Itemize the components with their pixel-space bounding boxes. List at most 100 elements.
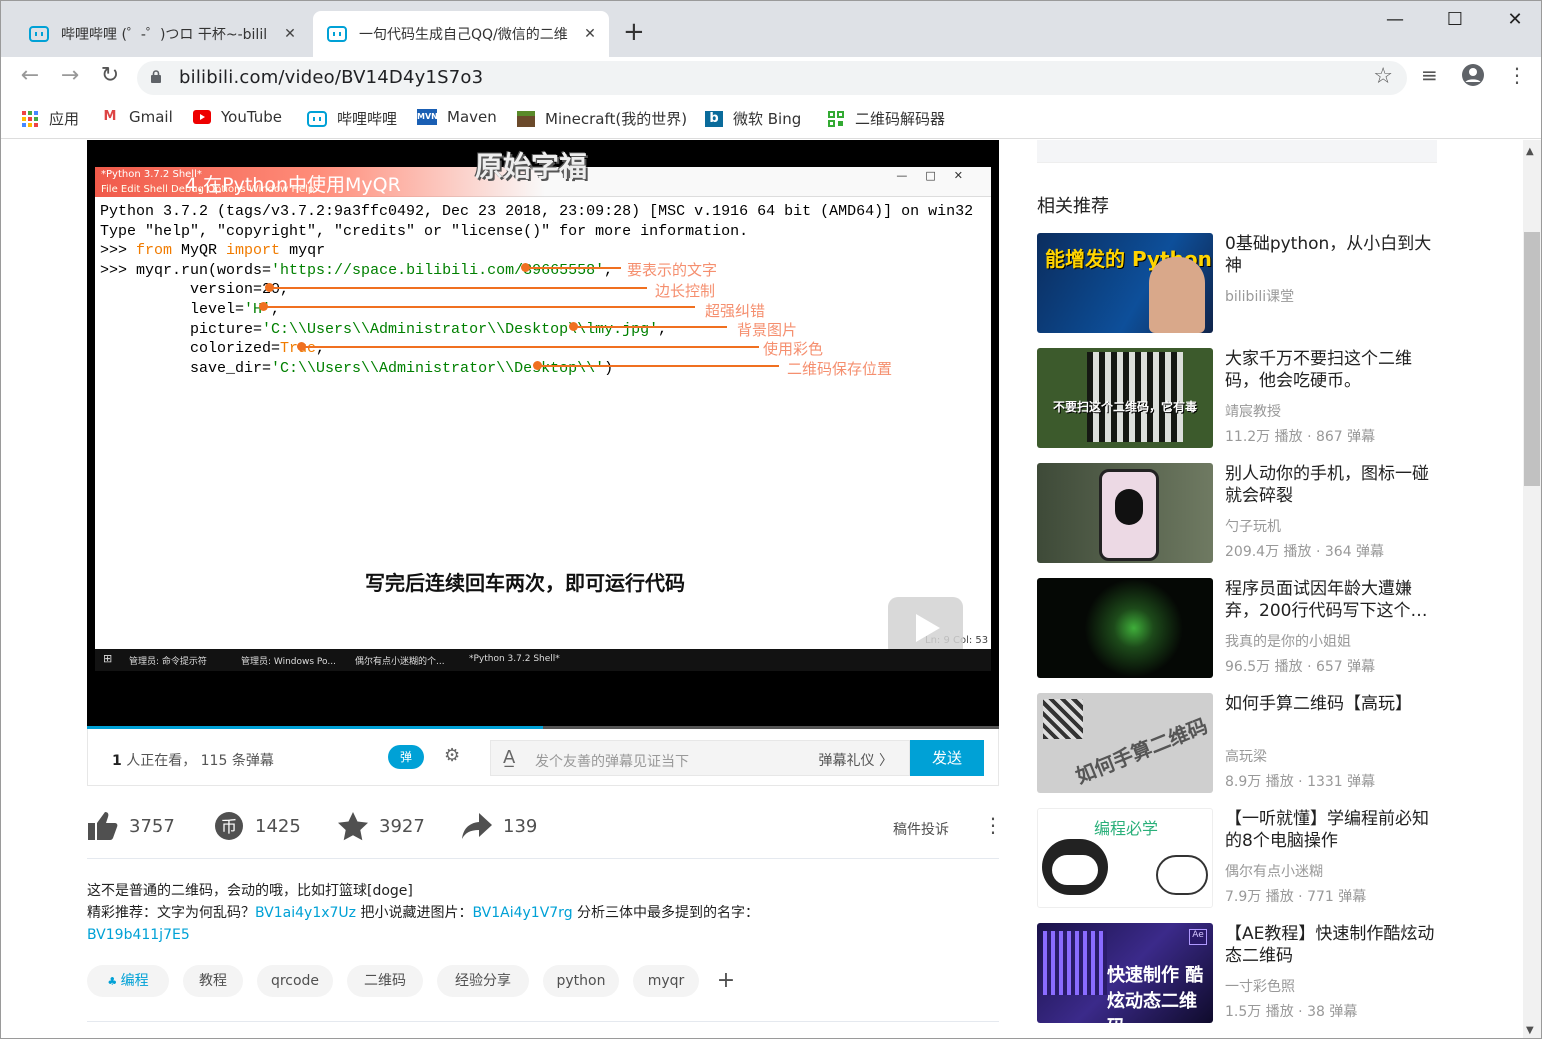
- like-button[interactable]: 3757: [87, 811, 175, 841]
- related-video-title[interactable]: 如何手算二维码【高玩】: [1225, 693, 1437, 715]
- danmaku-bar: 1 人正在看， 115 条弹幕 弹 ⚙ A̲ 发个友善的弹幕见证当下 弹幕礼仪 …: [87, 729, 999, 786]
- related-item[interactable]: 不要扫这个二维码，它有毒 大家千万不要扫这个二维码，他会吃硬币。 靖宸教授 11…: [1037, 348, 1437, 448]
- close-icon[interactable]: ✕: [279, 26, 301, 42]
- code-text: ,: [271, 300, 281, 318]
- play-icon[interactable]: [888, 597, 963, 657]
- profile-icon[interactable]: [1461, 63, 1485, 92]
- tag-item[interactable]: 教程: [183, 965, 243, 997]
- code-string: 'https://space.bilibili.com/39665558': [271, 261, 605, 279]
- video-thumbnail[interactable]: [1037, 578, 1213, 678]
- related-item[interactable]: 程序员面试因年龄大遭嫌弃，200行代码写下这个… 我真的是你的小姐姐 96.5万…: [1037, 578, 1437, 678]
- uploader-name[interactable]: 偶尔有点小迷糊: [1225, 861, 1323, 881]
- bookmark-bing[interactable]: b 微软 Bing: [705, 108, 801, 129]
- video-link[interactable]: BV19b411j7E5: [87, 927, 190, 943]
- scroll-down-icon[interactable]: ▼: [1526, 1025, 1534, 1036]
- video-thumbnail[interactable]: 如何手算二维码: [1037, 693, 1213, 793]
- bookmark-minecraft[interactable]: Minecraft(我的世界): [517, 108, 687, 129]
- danmaku-toggle[interactable]: 弹: [388, 745, 424, 769]
- font-style-icon[interactable]: A̲: [503, 747, 515, 768]
- related-video-title[interactable]: 大家千万不要扫这个二维码，他会吃硬币。: [1225, 348, 1437, 392]
- maximize-icon[interactable]: ☐: [1435, 9, 1475, 30]
- uploader-name[interactable]: 一寸彩色照: [1225, 976, 1295, 996]
- danmaku-settings-icon[interactable]: ⚙: [444, 745, 460, 766]
- danmaku-count: 115 条弹幕: [196, 753, 274, 769]
- scrollbar-thumb[interactable]: [1524, 232, 1540, 486]
- minimize-icon[interactable]: —: [1375, 9, 1415, 30]
- share-button[interactable]: 139: [461, 811, 537, 841]
- video-stats: 7.9万 播放 · 771 弹幕: [1225, 889, 1367, 905]
- related-video-title[interactable]: 别人动你的手机，图标一碰就会碎裂: [1225, 463, 1437, 507]
- code-text: myqr.run(words=: [136, 261, 272, 279]
- address-bar[interactable]: bilibili.com/video/BV14D4y1S7o3 ☆: [137, 61, 1407, 95]
- tag-item[interactable]: 经验分享: [437, 965, 529, 997]
- uploader-name[interactable]: 我真的是你的小姐姐: [1225, 631, 1351, 651]
- reload-icon[interactable]: ↻: [95, 63, 125, 88]
- uploader-name[interactable]: bilibili课堂: [1225, 286, 1294, 306]
- related-item[interactable]: 别人动你的手机，图标一碰就会碎裂 勺子玩机 209.4万 播放 · 364 弹幕: [1037, 463, 1437, 563]
- related-title: 相关推荐: [1037, 196, 1109, 217]
- tag-item[interactable]: qrcode: [257, 965, 333, 997]
- bookmark-label: 应用: [49, 110, 80, 128]
- uploader-name[interactable]: 勺子玩机: [1225, 516, 1281, 536]
- related-item[interactable]: 编程必学 【一听就懂】学编程前必知的8个电脑操作 偶尔有点小迷糊 7.9万 播放…: [1037, 808, 1437, 908]
- tab-bilibili-home[interactable]: 哔哩哔哩 (゜-゜)つロ 干杯~-bilil ✕: [15, 11, 309, 57]
- share-count: 139: [503, 815, 538, 837]
- window-close-icon[interactable]: ✕: [1495, 9, 1535, 30]
- video-thumbnail[interactable]: [1037, 463, 1213, 563]
- danmaku-input[interactable]: A̲ 发个友善的弹幕见证当下 弹幕礼仪 〉: [490, 740, 910, 776]
- tag-item[interactable]: 二维码: [347, 965, 423, 997]
- tag-label: 编程: [120, 973, 149, 989]
- tab-current-video[interactable]: 一句代码生成自己QQ/微信的二维 ✕: [313, 11, 609, 57]
- video-link[interactable]: BV1Ai4y1V7rg: [472, 905, 572, 921]
- taskbar-item: 偶尔有点小迷糊的个...: [355, 657, 445, 667]
- uploader-name[interactable]: 高玩梁: [1225, 746, 1267, 766]
- uploader-name[interactable]: 靖宸教授: [1225, 401, 1281, 421]
- code-prompt: >>>: [100, 261, 137, 279]
- bookmark-bilibili[interactable]: 哔哩哔哩: [307, 108, 397, 129]
- related-video-title[interactable]: 【一听就懂】学编程前必知的8个电脑操作: [1225, 808, 1437, 852]
- add-tag-button[interactable]: +: [711, 965, 741, 997]
- send-danmaku-button[interactable]: 发送: [910, 740, 984, 776]
- coin-icon: 币: [215, 812, 243, 840]
- coin-button[interactable]: 币 1425: [213, 811, 301, 841]
- report-link[interactable]: 稿件投诉: [893, 819, 949, 839]
- menu-icon[interactable]: ⋮: [1507, 63, 1527, 87]
- tag-item[interactable]: myqr: [633, 965, 699, 997]
- like-icon: [88, 812, 118, 840]
- video-stats: 11.2万 播放 · 867 弹幕: [1225, 429, 1376, 445]
- related-video-title[interactable]: 【AE教程】快速制作酷炫动态二维码: [1225, 923, 1437, 967]
- video-thumbnail[interactable]: 不要扫这个二维码，它有毒: [1037, 348, 1213, 448]
- close-icon[interactable]: ✕: [579, 26, 601, 42]
- gmail-icon: M: [103, 109, 117, 124]
- related-video-title[interactable]: 程序员面试因年龄大遭嫌弃，200行代码写下这个…: [1225, 578, 1437, 622]
- new-tab-button[interactable]: +: [623, 19, 645, 45]
- more-icon[interactable]: ⋮: [983, 813, 1003, 837]
- bookmark-youtube[interactable]: YouTube: [193, 108, 282, 126]
- bookmark-gmail[interactable]: M Gmail: [101, 108, 173, 126]
- video-link[interactable]: BV1ai4y1x7Uz: [255, 905, 356, 921]
- video-player[interactable]: *Python 3.7.2 Shell* File Edit Shell Deb…: [87, 140, 999, 729]
- video-thumbnail[interactable]: 编程必学: [1037, 808, 1213, 908]
- related-item[interactable]: 快速制作 酷炫动态二维码 Ae 【AE教程】快速制作酷炫动态二维码 一寸彩色照 …: [1037, 923, 1437, 1023]
- danmaku-etiquette-link[interactable]: 弹幕礼仪 〉: [819, 750, 893, 770]
- favorite-button[interactable]: 3927: [337, 811, 425, 841]
- annotation-label: 二维码保存位置: [787, 360, 893, 378]
- bookmark-qr-decoder[interactable]: 二维码解码器: [827, 108, 945, 129]
- back-icon[interactable]: ←: [15, 63, 45, 88]
- bookmark-maven[interactable]: MVN Maven: [417, 108, 497, 126]
- code-text: version=20,: [100, 281, 290, 299]
- related-item[interactable]: 能增发的 Python 0基础python，从小白到大神 bilibili课堂: [1037, 233, 1437, 333]
- tag-item[interactable]: python: [543, 965, 619, 997]
- bookmark-apps[interactable]: 应用: [21, 108, 79, 129]
- bookmark-star-icon[interactable]: ☆: [1373, 64, 1393, 89]
- related-item[interactable]: 如何手算二维码 如何手算二维码【高玩】 高玩梁 8.9万 播放 · 1331 弹…: [1037, 693, 1437, 793]
- related-video-title[interactable]: 0基础python，从小白到大神: [1225, 233, 1437, 277]
- scroll-up-icon[interactable]: ▲: [1526, 146, 1534, 157]
- page-scrollbar[interactable]: ▲ ▼: [1523, 140, 1541, 1038]
- tag-item[interactable]: ♣ 编程: [87, 965, 169, 997]
- video-thumbnail[interactable]: 快速制作 酷炫动态二维码 Ae: [1037, 923, 1213, 1023]
- video-thumbnail[interactable]: 能增发的 Python: [1037, 233, 1213, 333]
- video-subtitle: 写完后连续回车两次，即可运行代码: [365, 571, 685, 595]
- forward-icon[interactable]: →: [55, 63, 85, 88]
- media-control-icon[interactable]: ≡: [1421, 63, 1438, 87]
